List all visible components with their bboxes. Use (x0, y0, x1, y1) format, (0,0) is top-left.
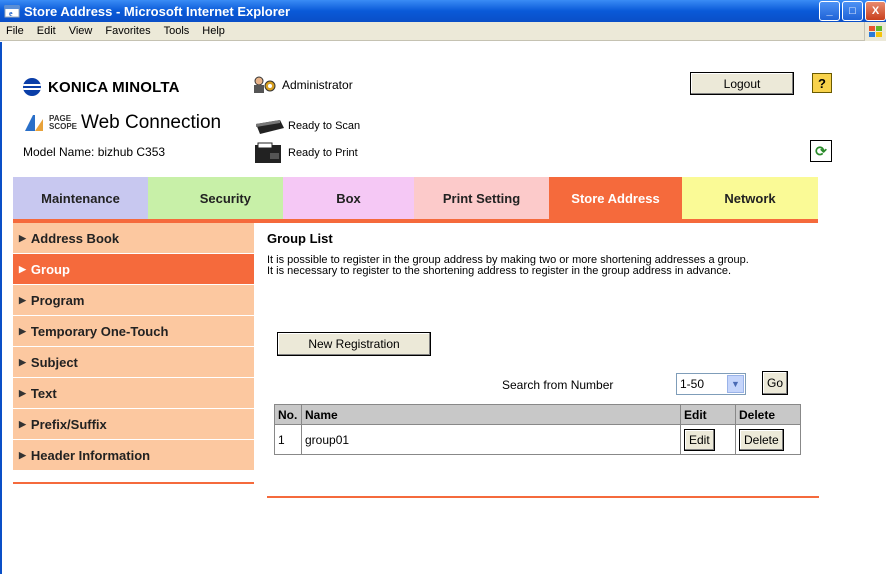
description: It is possible to register in the group … (267, 255, 817, 277)
sidebar-item-label: Subject (30, 354, 78, 370)
sidebar-divider (13, 482, 254, 484)
sidebar-item-label: Group (30, 261, 70, 277)
menu-favorites[interactable]: Favorites (105, 25, 150, 37)
table-row: 1 group01 Edit Delete (274, 424, 801, 455)
go-button[interactable]: Go (762, 371, 788, 395)
scan-status-text: Ready to Scan (288, 120, 361, 132)
page-title: Group List (267, 231, 333, 246)
sidebar-item-text[interactable]: ▶ Text (13, 378, 254, 409)
sidebar-item-address-book[interactable]: ▶ Address Book (13, 223, 254, 254)
sidebar-item-subject[interactable]: ▶ Subject (13, 347, 254, 378)
sidebar-item-label: Address Book (30, 230, 120, 246)
triangle-right-icon: ▶ (19, 232, 26, 243)
administrator-icon (252, 76, 278, 94)
scan-status: Ready to Scan (252, 114, 360, 138)
group-table: No. Name Edit Delete 1 group01 Edit Dele… (274, 404, 801, 455)
brand-name: KONICA MINOLTA (48, 78, 180, 96)
user-info: Administrator (252, 76, 353, 94)
windows-flag-icon (864, 22, 886, 41)
menu-help[interactable]: Help (202, 25, 225, 37)
column-header-edit: Edit (680, 404, 736, 425)
tab-security[interactable]: Security (148, 177, 283, 219)
triangle-right-icon: ▶ (19, 387, 26, 398)
internet-explorer-icon: e (4, 3, 20, 19)
svg-text:e: e (9, 9, 13, 18)
menu-view[interactable]: View (69, 25, 93, 37)
sidebar-item-temporary-one-touch[interactable]: ▶ Temporary One-Touch (13, 316, 254, 347)
menu-edit[interactable]: Edit (37, 25, 56, 37)
chevron-down-icon[interactable]: ▼ (727, 375, 744, 393)
page-header: KONICA MINOLTA PAGE SCOPE Web Connection… (0, 42, 886, 177)
sidebar-item-label: Header Information (30, 447, 151, 463)
triangle-right-icon: ▶ (19, 356, 26, 367)
close-button[interactable]: X (865, 1, 886, 21)
table-header-row: No. Name Edit Delete (274, 404, 801, 425)
window-titlebar: e Store Address - Microsoft Internet Exp… (0, 0, 886, 22)
menu-bar: File Edit View Favorites Tools Help (0, 22, 886, 41)
cell-edit: Edit (680, 424, 736, 455)
sidebar-item-label: Prefix/Suffix (30, 416, 107, 432)
content-divider (267, 496, 819, 498)
sidebar-item-program[interactable]: ▶ Program (13, 285, 254, 316)
description-line-2: It is necessary to register to the short… (267, 265, 732, 277)
cell-delete: Delete (735, 424, 801, 455)
sidebar-item-label: Text (30, 385, 57, 401)
konica-minolta-logo-icon (23, 78, 41, 96)
print-status-text: Ready to Print (288, 147, 358, 159)
column-header-delete: Delete (735, 404, 801, 425)
logout-button[interactable]: Logout (690, 72, 794, 95)
sidebar-item-header-information[interactable]: ▶ Header Information (13, 440, 254, 471)
sidebar: ▶ Address Book ▶ Group ▶ Program ▶ Temporary… (13, 223, 254, 471)
new-registration-button[interactable]: New Registration (277, 332, 431, 356)
delete-button[interactable]: Delete (739, 428, 784, 451)
cell-no: 1 (274, 424, 302, 455)
maximize-button[interactable]: □ (842, 1, 863, 21)
sidebar-item-label: Temporary One-Touch (30, 323, 169, 339)
print-status: Ready to Print (252, 141, 358, 165)
sidebar-item-label: Program (30, 292, 85, 308)
triangle-right-icon: ▶ (19, 263, 26, 274)
minimize-button[interactable]: _ (819, 1, 840, 21)
tab-print-setting[interactable]: Print Setting (414, 177, 549, 219)
triangle-right-icon: ▶ (19, 325, 26, 336)
tab-network[interactable]: Network (682, 177, 818, 219)
triangle-right-icon: ▶ (19, 449, 26, 460)
sidebar-item-group[interactable]: ▶ Group (13, 254, 254, 285)
cell-name: group01 (301, 424, 681, 455)
column-header-name: Name (301, 404, 681, 425)
brand-logo: KONICA MINOLTA (23, 78, 180, 96)
help-button[interactable]: ? (812, 73, 832, 93)
triangle-right-icon: ▶ (19, 294, 26, 305)
printer-icon (252, 141, 286, 165)
model-name: Model Name: bizhub C353 (23, 145, 166, 159)
window-title: Store Address - Microsoft Internet Explo… (24, 3, 291, 19)
column-header-no: No. (274, 404, 302, 425)
search-range-value: 1-50 (680, 377, 705, 391)
menu-tools[interactable]: Tools (164, 25, 190, 37)
product-name: Web Connection (81, 112, 222, 133)
edit-button[interactable]: Edit (684, 428, 715, 451)
refresh-icon: ⟳ (815, 142, 827, 159)
scanner-icon (252, 114, 286, 138)
pagescope-icon (23, 113, 45, 133)
user-name: Administrator (282, 78, 353, 92)
tab-box[interactable]: Box (283, 177, 414, 219)
triangle-right-icon: ▶ (19, 418, 26, 429)
refresh-button[interactable]: ⟳ (810, 140, 832, 162)
product-prefix: PAGE SCOPE (49, 114, 78, 131)
tab-store-address[interactable]: Store Address (549, 177, 682, 219)
sidebar-item-prefix-suffix[interactable]: ▶ Prefix/Suffix (13, 409, 254, 440)
search-range-select[interactable]: 1-50 ▼ (676, 373, 746, 395)
tab-maintenance[interactable]: Maintenance (13, 177, 148, 219)
product-logo: PAGE SCOPE Web Connection (23, 112, 221, 134)
menu-file[interactable]: File (6, 25, 24, 37)
main-tabs: Maintenance Security Box Print Setting S… (13, 177, 818, 219)
search-label: Search from Number (502, 378, 614, 392)
